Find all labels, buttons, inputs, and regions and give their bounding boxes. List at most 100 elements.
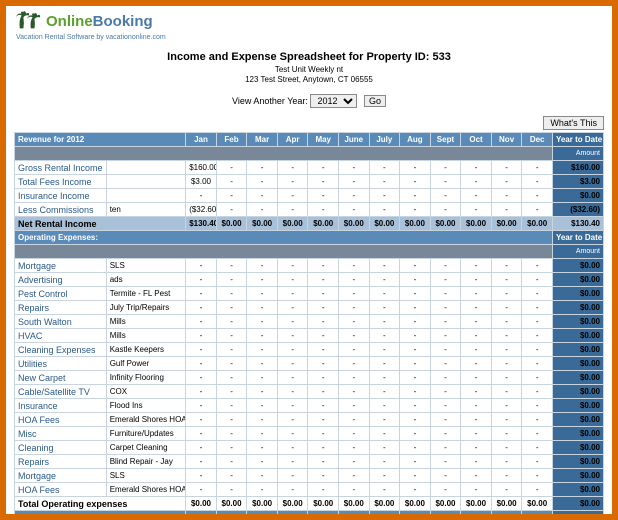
row-desc: Blind Repair - Jay	[106, 455, 185, 469]
cell-value: $0.00	[461, 497, 492, 511]
go-button[interactable]: Go	[364, 95, 386, 107]
ytd-value: $0.00	[552, 497, 603, 511]
cell-value: -	[430, 399, 461, 413]
cell-value: -	[339, 469, 370, 483]
cell-value: -	[216, 413, 247, 427]
cell-value: -	[369, 371, 400, 385]
cell-value: -	[247, 329, 278, 343]
cell-value: -	[522, 413, 553, 427]
cell-value: $0.00	[216, 511, 247, 520]
cell-value: -	[277, 371, 308, 385]
cell-value: -	[308, 413, 339, 427]
cell-value: $0.00	[461, 217, 492, 231]
cell-value: -	[216, 371, 247, 385]
cell-value: -	[461, 315, 492, 329]
cell-value: $0.00	[308, 511, 339, 520]
month-header: Mar	[247, 133, 278, 147]
row-desc: Emerald Shores HOA	[106, 413, 185, 427]
cell-value: $0.00	[277, 511, 308, 520]
cell-value: -	[277, 399, 308, 413]
cell-value: -	[247, 371, 278, 385]
cell-value: -	[430, 427, 461, 441]
cell-value: $0.00	[400, 511, 431, 520]
cell-value: -	[277, 329, 308, 343]
page-title: Income and Expense Spreadsheet for Prope…	[14, 51, 604, 63]
cell-value: -	[430, 259, 461, 273]
cell-value: -	[308, 175, 339, 189]
ytd-value: $0.00	[552, 469, 603, 483]
row-desc	[106, 189, 185, 203]
table-row: HVAC Mills ------------ $0.00	[15, 329, 604, 343]
cell-value: $0.00	[277, 497, 308, 511]
cell-value: -	[186, 287, 217, 301]
cell-value: -	[247, 259, 278, 273]
cell-value: -	[186, 413, 217, 427]
row-desc	[106, 175, 185, 189]
cell-value: $0.00	[522, 511, 553, 520]
year-select[interactable]: 2012	[310, 94, 357, 108]
cell-value: -	[369, 175, 400, 189]
cell-value: -	[308, 161, 339, 175]
cell-value: -	[430, 301, 461, 315]
whats-this-button[interactable]: What's This	[543, 116, 604, 130]
ytd-value: $0.00	[552, 441, 603, 455]
cell-value: -	[400, 455, 431, 469]
cell-value: -	[491, 413, 522, 427]
row-label: Mortgage	[15, 469, 107, 483]
cell-value: -	[308, 441, 339, 455]
cell-value: -	[461, 413, 492, 427]
cell-value: -	[339, 371, 370, 385]
palm-tree-icon	[14, 10, 42, 32]
ytd-value: $0.00	[552, 413, 603, 427]
cell-value: -	[491, 427, 522, 441]
ytd-header: Year to Date	[552, 133, 603, 147]
cell-value: -	[430, 273, 461, 287]
cell-value: -	[216, 273, 247, 287]
cell-value: -	[247, 483, 278, 497]
cell-value: -	[186, 329, 217, 343]
cell-value: -	[400, 399, 431, 413]
cell-value: -	[216, 455, 247, 469]
cell-value: -	[491, 399, 522, 413]
cell-value: -	[247, 343, 278, 357]
month-header: Jan	[186, 133, 217, 147]
cell-value: $130.40	[186, 511, 217, 520]
cell-value: -	[369, 161, 400, 175]
cell-value: $0.00	[308, 497, 339, 511]
cell-value: -	[400, 259, 431, 273]
cell-value: -	[339, 329, 370, 343]
cell-value: -	[491, 385, 522, 399]
cell-value: -	[308, 427, 339, 441]
cell-value: -	[186, 399, 217, 413]
cell-value: -	[247, 455, 278, 469]
page-frame: OnlineBooking Vacation Rental Software b…	[0, 0, 618, 520]
table-row: Repairs Blind Repair - Jay ------------ …	[15, 455, 604, 469]
cell-value: -	[308, 259, 339, 273]
row-label: Repairs	[15, 301, 107, 315]
cell-value: -	[216, 287, 247, 301]
table-row: Insurance Flood Ins ------------ $0.00	[15, 399, 604, 413]
cell-value: -	[369, 455, 400, 469]
cell-value: -	[247, 469, 278, 483]
cell-value: -	[522, 385, 553, 399]
cell-value: -	[461, 483, 492, 497]
row-label: Misc	[15, 427, 107, 441]
month-header: Dec	[522, 133, 553, 147]
cell-value: $0.00	[339, 217, 370, 231]
cell-value: -	[491, 203, 522, 217]
cell-value: -	[369, 413, 400, 427]
cell-value: -	[522, 189, 553, 203]
cell-value: $0.00	[400, 217, 431, 231]
cell-value: -	[216, 203, 247, 217]
cell-value: $0.00	[369, 511, 400, 520]
cell-value: -	[430, 413, 461, 427]
cell-value: -	[430, 455, 461, 469]
cell-value: -	[247, 315, 278, 329]
cell-value: -	[461, 203, 492, 217]
cell-value: -	[461, 287, 492, 301]
cell-value: -	[216, 259, 247, 273]
subtitle-address: 123 Test Street, Anytown, CT 06555	[14, 75, 604, 84]
cell-value: $130.40	[186, 217, 217, 231]
cell-value: $0.00	[491, 497, 522, 511]
cell-value: -	[430, 483, 461, 497]
